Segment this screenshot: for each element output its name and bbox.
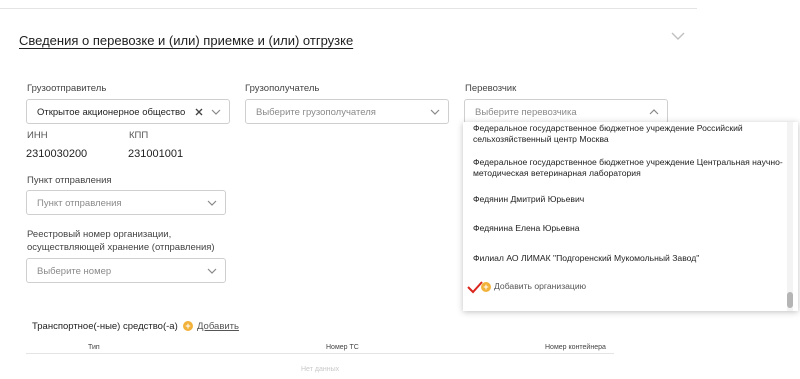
inn-value: 2310030200 [26, 148, 88, 160]
dropdown-option[interactable]: Федеральное государственное бюджетное уч… [473, 157, 788, 179]
dropdown-option[interactable]: Филиал АО ЛИМАК "Подгоренский Мукомольны… [473, 253, 773, 264]
transport-title: Транспортное(-ные) средство(-а) [32, 321, 178, 332]
dropdown-option[interactable]: Федеральное государственное бюджетное уч… [473, 123, 773, 145]
column-header-type: Тип [88, 344, 100, 351]
checkmark-icon [467, 281, 483, 294]
carrier-label: Перевозчик [465, 83, 517, 94]
top-divider [0, 8, 697, 9]
kpp-label: КПП [129, 130, 149, 141]
inn-label: ИНН [27, 130, 48, 141]
dropdown-option[interactable]: Федянин Дмитрий Юрьевич [473, 194, 773, 205]
chevron-down-icon [207, 200, 217, 206]
consignee-placeholder: Выберите грузополучателя [256, 107, 376, 118]
empty-table-text: Нет данных [301, 366, 340, 373]
registry-label: Реестровый номер организации, осуществля… [27, 229, 215, 253]
section-title[interactable]: Сведения о перевозке и (или) приемке и (… [19, 33, 353, 48]
chevron-down-icon[interactable] [670, 30, 686, 42]
clear-icon[interactable] [195, 108, 203, 116]
shipper-select[interactable]: Открытое акционерное общество "Невск [26, 99, 230, 124]
add-transport-button[interactable]: Добавить [197, 321, 239, 332]
carrier-placeholder: Выберите перевозчика [475, 107, 577, 118]
departure-placeholder: Пункт отправления [37, 198, 122, 209]
scrollbar-track[interactable] [787, 122, 793, 311]
registry-placeholder: Выберите номер [37, 266, 112, 277]
table-header-divider [26, 353, 614, 354]
add-organization-button[interactable]: Добавить организацию [494, 281, 586, 291]
departure-select[interactable]: Пункт отправления [26, 190, 226, 215]
chevron-down-icon [207, 268, 217, 274]
column-header-container-number: Номер контейнера [545, 344, 606, 351]
chevron-down-icon [211, 109, 221, 115]
chevron-up-icon [649, 109, 659, 115]
column-header-vehicle-number: Номер ТС [326, 344, 359, 351]
shipper-label: Грузоотправитель [27, 83, 107, 94]
dropdown-option[interactable]: Федянина Елена Юрьевна [473, 223, 773, 234]
shipper-value: Открытое акционерное общество "Невск [37, 107, 187, 118]
consignee-label: Грузополучатель [245, 83, 320, 94]
registry-select[interactable]: Выберите номер [26, 258, 226, 283]
scrollbar-thumb[interactable] [787, 292, 793, 308]
departure-label: Пункт отправления [27, 175, 112, 186]
consignee-select[interactable]: Выберите грузополучателя [245, 99, 449, 124]
carrier-select[interactable]: Выберите перевозчика [464, 99, 668, 124]
carrier-dropdown: Федеральное государственное бюджетное уч… [463, 122, 798, 311]
plus-circle-icon[interactable]: + [183, 321, 193, 331]
kpp-value: 231001001 [128, 148, 184, 160]
chevron-down-icon [430, 109, 440, 115]
